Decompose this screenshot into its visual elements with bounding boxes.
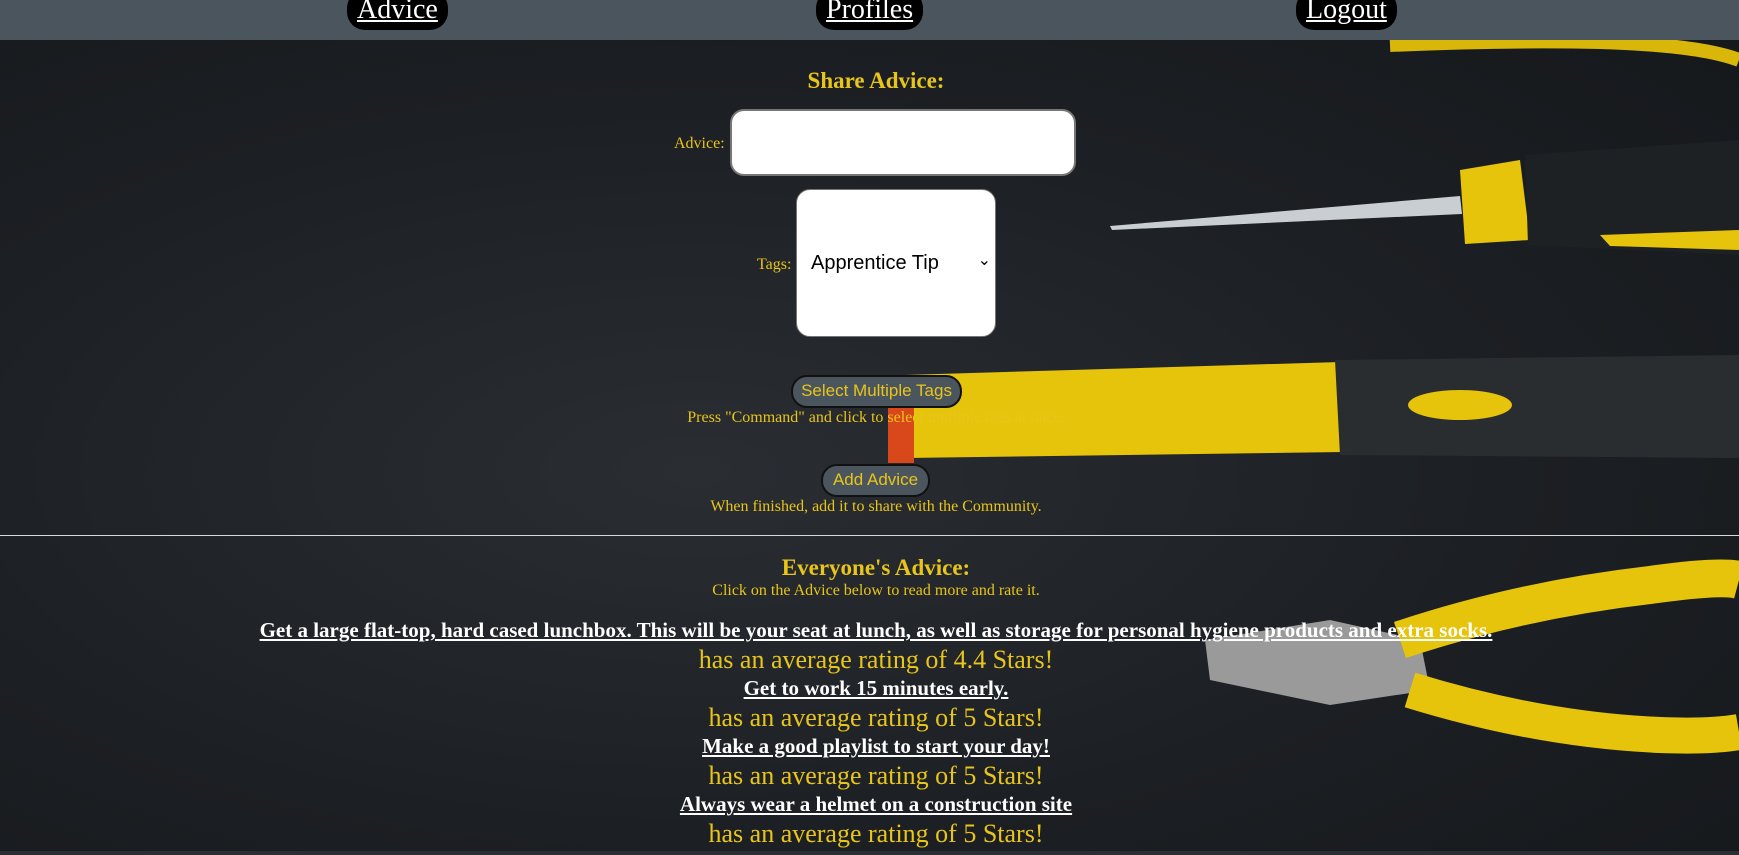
- advice-field-label: Advice:: [674, 135, 725, 152]
- select-multiple-hint: Press "Command" and click to select mult…: [687, 409, 1065, 426]
- everyones-advice-subtitle: Click on the Advice below to read more a…: [712, 582, 1040, 599]
- add-advice-hint: When finished, add it to share with the …: [710, 498, 1042, 515]
- advice-item-rating: has an average rating of 5 Stars!: [708, 703, 1044, 732]
- bottom-edge: [0, 851, 1739, 855]
- tags-select[interactable]: Apprentice Tip ⌄: [796, 189, 996, 337]
- everyones-advice-heading: Everyone's Advice:: [781, 555, 971, 580]
- section-divider: [0, 535, 1739, 536]
- chevron-down-icon: ⌄: [977, 252, 991, 269]
- advice-item-link[interactable]: Make a good playlist to start your day!: [0, 734, 1739, 759]
- advice-item-rating: has an average rating of 5 Stars!: [708, 761, 1044, 790]
- advice-input[interactable]: [730, 109, 1076, 176]
- add-advice-button[interactable]: Add Advice: [821, 464, 930, 497]
- tags-selected-value: Apprentice Tip: [811, 251, 939, 274]
- share-advice-heading: Share Advice:: [807, 68, 945, 93]
- tags-field-label: Tags:: [757, 256, 792, 273]
- advice-item-link[interactable]: Get to work 15 minutes early.: [0, 676, 1739, 701]
- main-content: Share Advice: Advice: Tags: Apprentice T…: [0, 0, 1739, 855]
- advice-item-link[interactable]: Always wear a helmet on a construction s…: [0, 792, 1739, 817]
- select-multiple-tags-button[interactable]: Select Multiple Tags: [791, 375, 962, 408]
- advice-item-link[interactable]: Get a large flat-top, hard cased lunchbo…: [0, 618, 1739, 643]
- advice-item-rating: has an average rating of 4.4 Stars!: [698, 645, 1054, 674]
- advice-item-rating: has an average rating of 5 Stars!: [708, 819, 1044, 848]
